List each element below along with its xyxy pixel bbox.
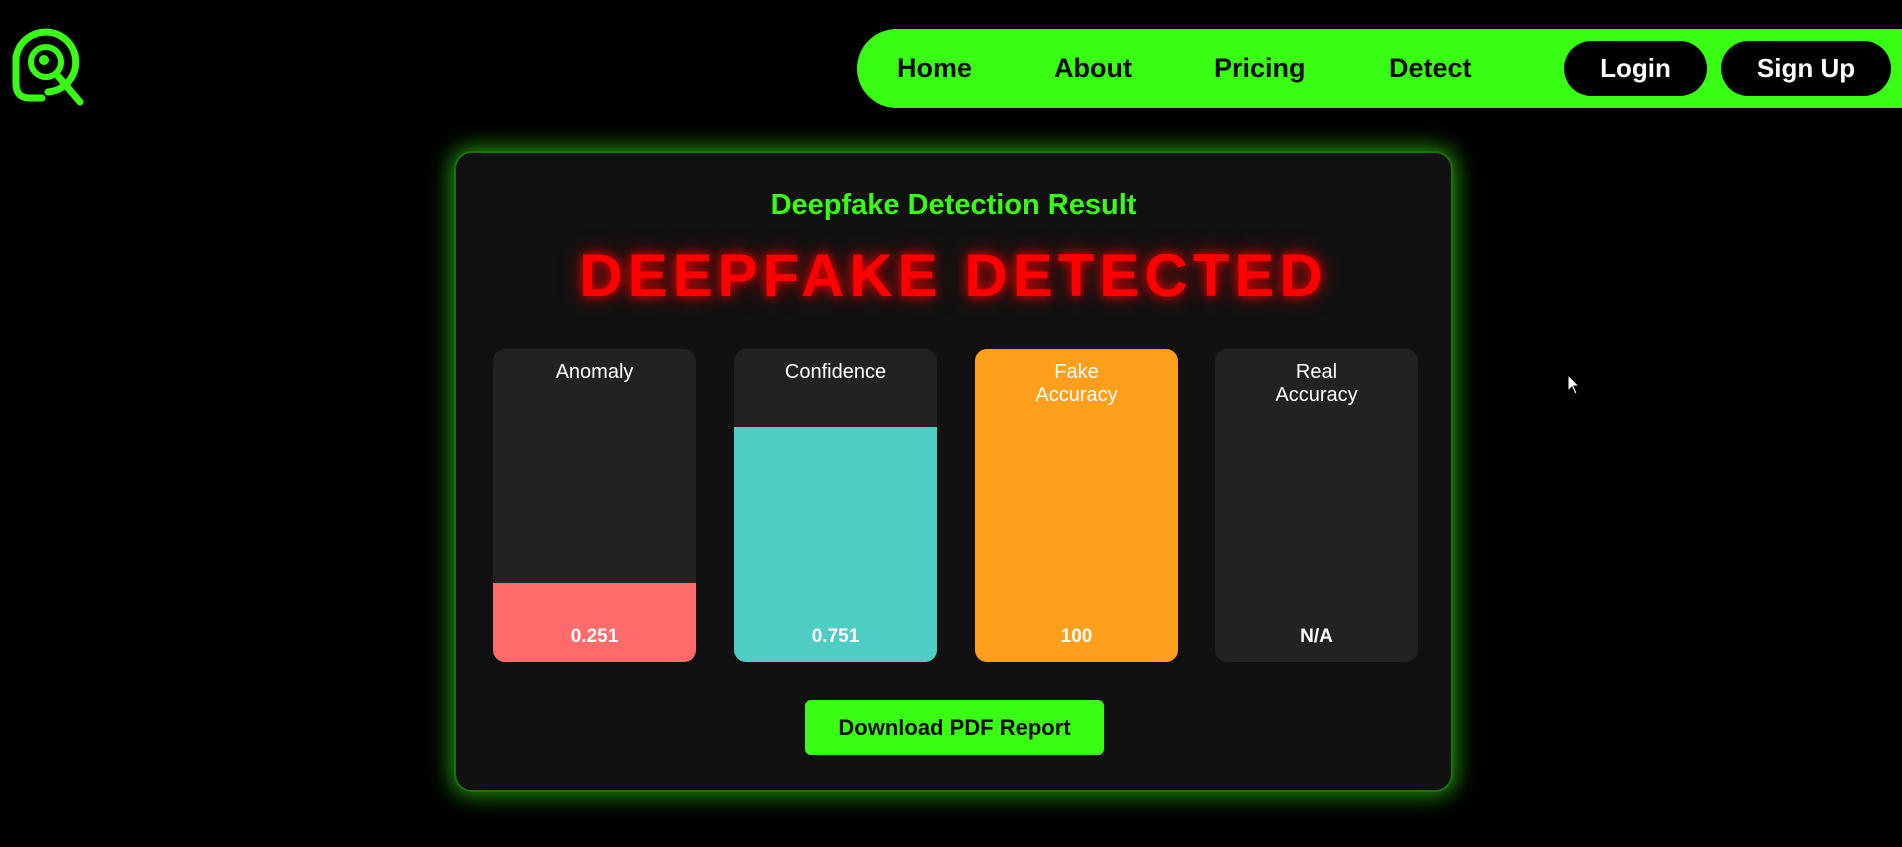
verdict-banner: DEEPFAKE DETECTED xyxy=(579,242,1328,309)
metric-confidence-label: Confidence xyxy=(784,361,887,383)
metric-anomaly-bar xyxy=(493,583,696,662)
metric-real-accuracy-value: N/A xyxy=(1300,626,1333,647)
metric-fake-accuracy-label: Fake Accuracy xyxy=(1035,361,1118,406)
metric-confidence: Confidence 0.751 xyxy=(734,349,937,662)
metric-fake-accuracy-value: 100 xyxy=(1060,626,1093,647)
result-card: Deepfake Detection Result DEEPFAKE DETEC… xyxy=(454,151,1453,792)
metric-confidence-value: 0.751 xyxy=(811,626,860,647)
nav-link-about[interactable]: About xyxy=(1054,29,1132,108)
metric-anomaly: Anomaly 0.251 xyxy=(493,349,696,662)
brand-logo-icon[interactable] xyxy=(8,24,86,108)
nav-link-pricing[interactable]: Pricing xyxy=(1214,29,1306,108)
top-navbar: Home About Pricing Detect Login Sign Up xyxy=(857,29,1902,108)
metric-real-accuracy-label: Real Accuracy xyxy=(1275,361,1358,406)
login-button[interactable]: Login xyxy=(1564,41,1707,96)
result-title: Deepfake Detection Result xyxy=(770,189,1137,221)
nav-link-detect[interactable]: Detect xyxy=(1389,29,1472,108)
metric-fake-accuracy: Fake Accuracy 100 xyxy=(975,349,1178,662)
nav-link-home[interactable]: Home xyxy=(897,29,972,108)
mouse-cursor-icon xyxy=(1567,373,1581,396)
signup-button[interactable]: Sign Up xyxy=(1721,41,1891,96)
page: Home About Pricing Detect Login Sign Up … xyxy=(0,0,1902,847)
metric-anomaly-label: Anomaly xyxy=(555,361,634,383)
metric-real-accuracy: Real Accuracy N/A xyxy=(1215,349,1418,662)
metric-anomaly-value: 0.251 xyxy=(570,626,619,647)
download-pdf-button[interactable]: Download PDF Report xyxy=(805,700,1104,755)
